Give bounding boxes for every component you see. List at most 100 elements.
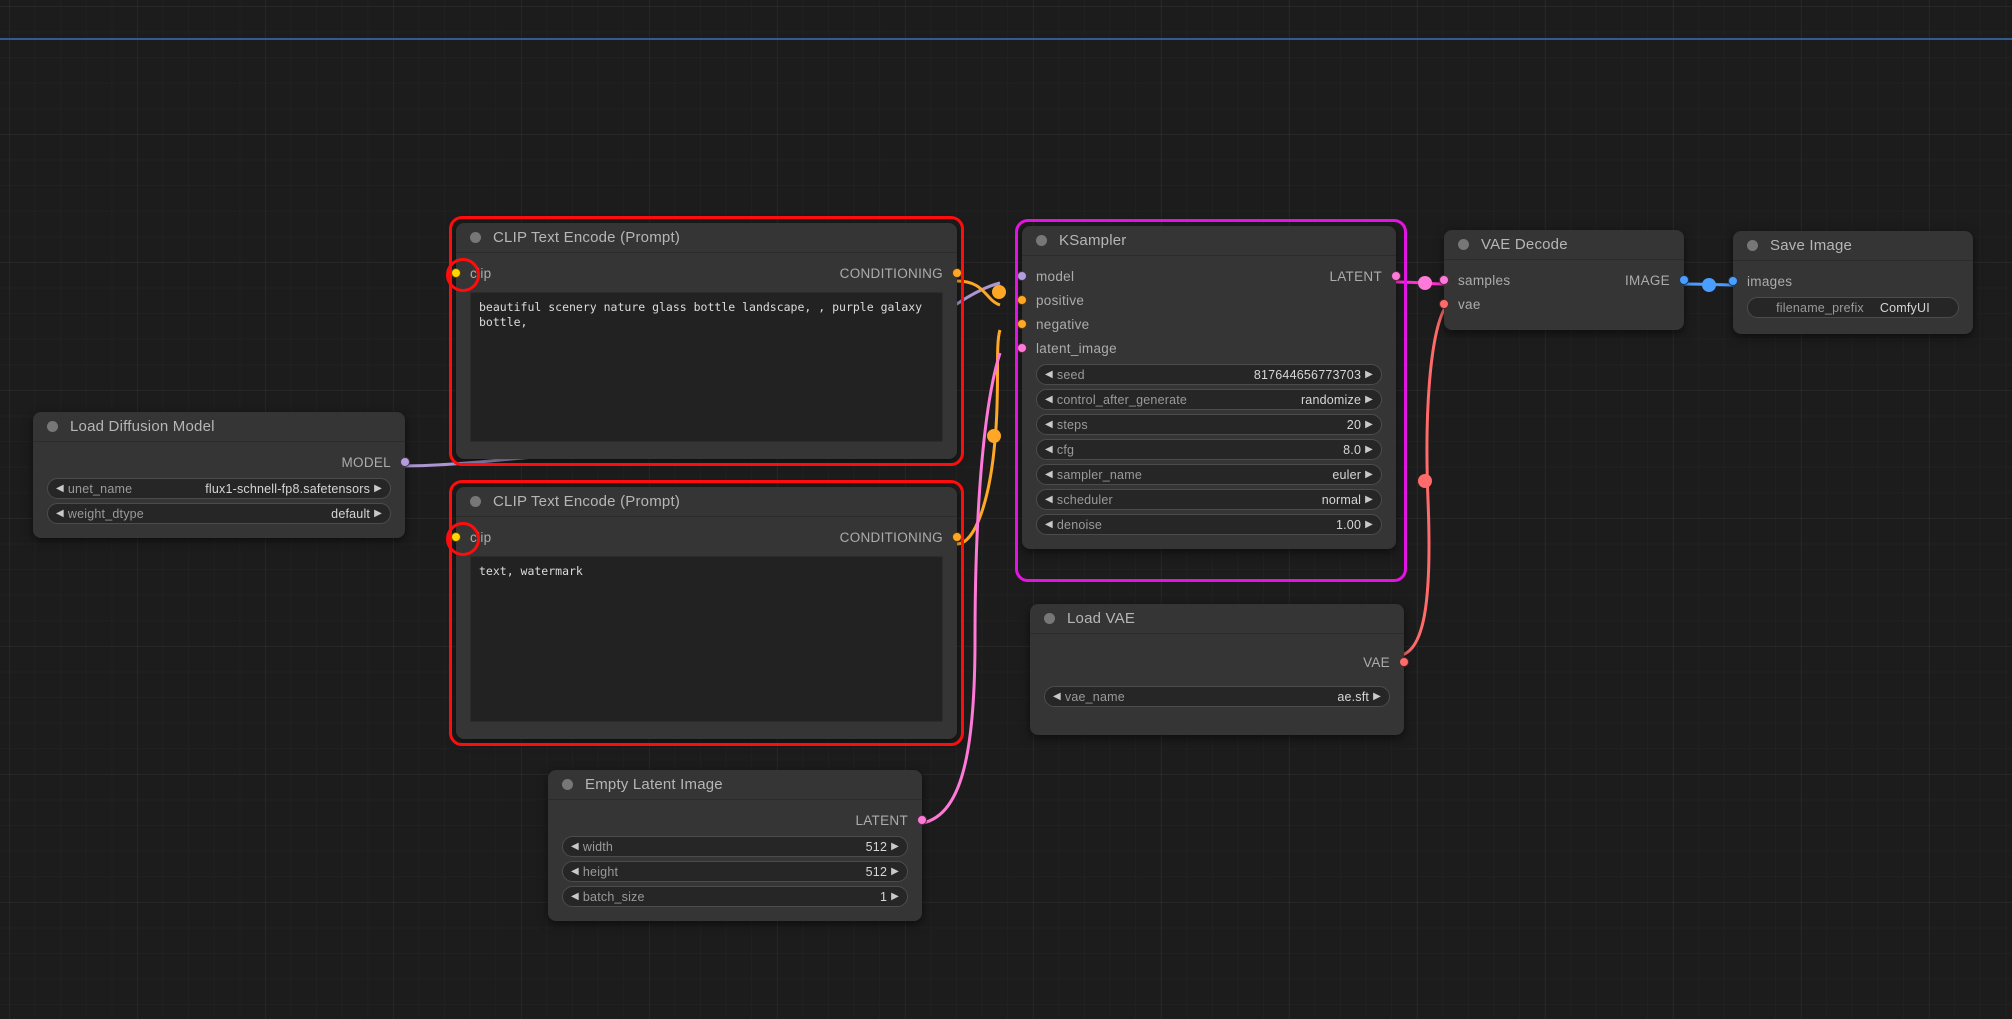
comfyui-graph-canvas[interactable]: Load Diffusion Model MODEL ◀ unet_name f… [0,0,2012,1019]
collapse-dot-icon[interactable] [1044,613,1055,624]
widget-next-arrow-icon[interactable]: ▶ [1365,494,1373,505]
input-port-clip[interactable] [451,268,461,278]
widget-next-arrow-icon[interactable]: ▶ [891,841,899,852]
io-row-vae[interactable]: vae [1439,292,1684,316]
widget-prev-arrow-icon[interactable]: ◀ [571,891,579,902]
widget-unet-name[interactable]: ◀ unet_name flux1-schnell-fp8.safetensor… [47,478,391,499]
collapse-dot-icon[interactable] [470,496,481,507]
widget-next-arrow-icon[interactable]: ▶ [1365,444,1373,455]
io-row-negative[interactable]: negative [1017,312,1396,336]
prompt-textarea-positive[interactable]: beautiful scenery nature glass bottle la… [470,292,943,442]
widget-prev-arrow-icon[interactable]: ◀ [1045,494,1053,505]
widget-seed[interactable]: ◀ seed 817644656773703 ▶ [1036,364,1382,385]
prompt-textarea-negative[interactable]: text, watermark [470,556,943,722]
output-port-model[interactable] [400,457,410,467]
output-port-image[interactable] [1679,275,1689,285]
io-row-latent-image[interactable]: latent_image [1017,336,1396,360]
io-row-images[interactable]: images [1728,269,1973,293]
io-row-samples-image[interactable]: samples IMAGE [1439,268,1689,292]
widget-cfg[interactable]: ◀ cfg 8.0 ▶ [1036,439,1382,460]
node-ksampler[interactable]: KSampler model LATENT positive negative … [1017,226,1401,549]
collapse-dot-icon[interactable] [1458,239,1469,250]
output-port-latent[interactable] [1391,271,1401,281]
node-title-bar[interactable]: Empty Latent Image [548,770,922,800]
widget-value: randomize [1300,392,1362,407]
input-port-vae[interactable] [1439,299,1449,309]
output-port-vae[interactable] [1399,657,1409,667]
io-row-clip-conditioning[interactable]: clip CONDITIONING [451,525,962,549]
widget-next-arrow-icon[interactable]: ▶ [891,866,899,877]
input-port-samples[interactable] [1439,275,1449,285]
widget-prev-arrow-icon[interactable]: ◀ [1045,419,1053,430]
output-label-conditioning: CONDITIONING [839,265,943,281]
widget-width[interactable]: ◀ width 512 ▶ [562,836,908,857]
widget-scheduler[interactable]: ◀ scheduler normal ▶ [1036,489,1382,510]
output-port-latent[interactable] [917,815,927,825]
widget-filename-prefix[interactable]: filename_prefix ComfyUI [1747,297,1959,318]
widget-prev-arrow-icon[interactable]: ◀ [1045,369,1053,380]
collapse-dot-icon[interactable] [470,232,481,243]
node-load-vae[interactable]: Load VAE VAE ◀ vae_name ae.sft ▶ [1030,604,1409,735]
widget-value[interactable]: ComfyUI [1880,301,1930,315]
node-title-bar[interactable]: Load VAE [1030,604,1404,634]
widget-next-arrow-icon[interactable]: ▶ [1373,691,1381,702]
widget-prev-arrow-icon[interactable]: ◀ [571,841,579,852]
widget-next-arrow-icon[interactable]: ▶ [374,508,382,519]
widget-prev-arrow-icon[interactable]: ◀ [56,508,64,519]
input-port-images[interactable] [1728,276,1738,286]
node-clip-text-encode-negative[interactable]: CLIP Text Encode (Prompt) clip CONDITION… [451,487,962,739]
widget-prev-arrow-icon[interactable]: ◀ [1045,519,1053,530]
output-row-latent[interactable]: LATENT [548,808,927,832]
input-port-negative[interactable] [1017,319,1027,329]
node-title-bar[interactable]: VAE Decode [1444,230,1684,260]
widget-prev-arrow-icon[interactable]: ◀ [56,483,64,494]
widget-steps[interactable]: ◀ steps 20 ▶ [1036,414,1382,435]
node-title-bar[interactable]: Load Diffusion Model [33,412,405,442]
node-empty-latent-image[interactable]: Empty Latent Image LATENT ◀ width 512 ▶ … [548,770,927,921]
output-port-conditioning[interactable] [952,532,962,542]
widget-vae-name[interactable]: ◀ vae_name ae.sft ▶ [1044,686,1390,707]
collapse-dot-icon[interactable] [562,779,573,790]
widget-denoise[interactable]: ◀ denoise 1.00 ▶ [1036,514,1382,535]
widget-next-arrow-icon[interactable]: ▶ [1365,469,1373,480]
widget-prev-arrow-icon[interactable]: ◀ [1045,469,1053,480]
widget-prev-arrow-icon[interactable]: ◀ [1045,394,1053,405]
output-row-model[interactable]: MODEL [33,450,410,474]
node-title-bar[interactable]: CLIP Text Encode (Prompt) [456,223,957,253]
input-port-latent-image[interactable] [1017,343,1027,353]
node-clip-text-encode-positive[interactable]: CLIP Text Encode (Prompt) clip CONDITION… [451,223,962,459]
widget-sampler-name[interactable]: ◀ sampler_name euler ▶ [1036,464,1382,485]
io-row-clip-conditioning[interactable]: clip CONDITIONING [451,261,962,285]
widget-next-arrow-icon[interactable]: ▶ [1365,394,1373,405]
input-port-clip[interactable] [451,532,461,542]
node-body: clip CONDITIONING text, watermark [451,517,962,734]
collapse-dot-icon[interactable] [1747,240,1758,251]
node-save-image[interactable]: Save Image images filename_prefix ComfyU… [1728,231,1973,334]
widget-weight-dtype[interactable]: ◀ weight_dtype default ▶ [47,503,391,524]
widget-height[interactable]: ◀ height 512 ▶ [562,861,908,882]
widget-batch-size[interactable]: ◀ batch_size 1 ▶ [562,886,908,907]
widget-value: flux1-schnell-fp8.safetensors [205,481,371,496]
collapse-dot-icon[interactable] [1036,235,1047,246]
io-row-model-latent[interactable]: model LATENT [1017,264,1401,288]
widget-prev-arrow-icon[interactable]: ◀ [1045,444,1053,455]
node-title-bar[interactable]: Save Image [1733,231,1973,261]
input-port-model[interactable] [1017,271,1027,281]
node-load-diffusion-model[interactable]: Load Diffusion Model MODEL ◀ unet_name f… [33,412,410,538]
input-port-positive[interactable] [1017,295,1027,305]
widget-prev-arrow-icon[interactable]: ◀ [571,866,579,877]
widget-next-arrow-icon[interactable]: ▶ [1365,419,1373,430]
io-row-positive[interactable]: positive [1017,288,1396,312]
widget-next-arrow-icon[interactable]: ▶ [1365,369,1373,380]
output-row-vae[interactable]: VAE [1030,642,1409,682]
widget-next-arrow-icon[interactable]: ▶ [891,891,899,902]
widget-prev-arrow-icon[interactable]: ◀ [1053,691,1061,702]
node-vae-decode[interactable]: VAE Decode samples IMAGE vae [1439,230,1689,330]
node-title-bar[interactable]: KSampler [1022,226,1396,256]
node-title-bar[interactable]: CLIP Text Encode (Prompt) [456,487,957,517]
widget-next-arrow-icon[interactable]: ▶ [1365,519,1373,530]
output-port-conditioning[interactable] [952,268,962,278]
widget-next-arrow-icon[interactable]: ▶ [374,483,382,494]
widget-control-after-generate[interactable]: ◀ control_after_generate randomize ▶ [1036,389,1382,410]
collapse-dot-icon[interactable] [47,421,58,432]
